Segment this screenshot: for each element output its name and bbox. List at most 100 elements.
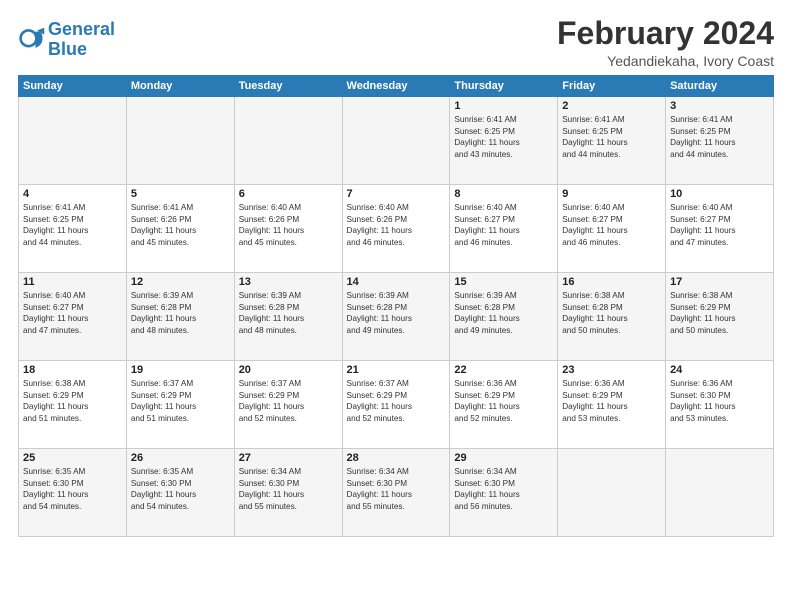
day-info: Sunrise: 6:34 AM Sunset: 6:30 PM Dayligh… — [347, 466, 446, 512]
day-number: 20 — [239, 364, 338, 376]
calendar-cell: 22Sunrise: 6:36 AM Sunset: 6:29 PM Dayli… — [450, 361, 558, 449]
calendar-cell: 24 Sunrise: 6:36 AM Sunset: 6:30 PM Dayli… — [666, 361, 774, 449]
day-info: Sunrise: 6:36 AM Sunset: 6:29 PM Dayligh… — [454, 378, 553, 424]
calendar-cell: 7 Sunrise: 6:40 AM Sunset: 6:26 PM Daylig… — [342, 185, 450, 273]
day-number: 8 — [454, 188, 553, 200]
day-number: 12 — [131, 276, 230, 288]
header-cell-monday: Monday — [126, 76, 234, 97]
header-cell-sunday: Sunday — [19, 76, 127, 97]
day-info: Sunrise: 6:40 AM Sunset: 6:27 PM Dayligh… — [562, 202, 661, 248]
day-number: 25 — [23, 452, 122, 464]
calendar-cell — [19, 97, 127, 185]
calendar-cell: 29 Sunrise: 6:34 AM Sunset: 6:30 PM Dayli… — [450, 449, 558, 537]
month-year: February 2024 — [557, 16, 774, 51]
week-row-2: 4 Sunrise: 6:41 AM Sunset: 6:25 PM Daylig… — [19, 185, 774, 273]
day-info: Sunrise: 6:41 AM Sunset: 6:25 PM Dayligh… — [562, 114, 661, 160]
day-info: Sunrise: 6:36 AM Sunset: 6:29 PM Dayligh… — [562, 378, 661, 424]
calendar-header: SundayMondayTuesdayWednesdayThursdayFrid… — [19, 76, 774, 97]
header-cell-tuesday: Tuesday — [234, 76, 342, 97]
day-info: Sunrise: 6:39 AM Sunset: 6:28 PM Dayligh… — [454, 290, 553, 336]
day-info: Sunrise: 6:36 AM Sunset: 6:30 PM Dayligh… — [670, 378, 769, 424]
day-info: Sunrise: 6:40 AM Sunset: 6:26 PM Dayligh… — [239, 202, 338, 248]
day-info: Sunrise: 6:41 AM Sunset: 6:25 PM Dayligh… — [454, 114, 553, 160]
header-row: SundayMondayTuesdayWednesdayThursdayFrid… — [19, 76, 774, 97]
calendar-cell: 19 Sunrise: 6:37 AM Sunset: 6:29 PM Dayli… — [126, 361, 234, 449]
calendar-cell: 2 Sunrise: 6:41 AM Sunset: 6:25 PM Daylig… — [558, 97, 666, 185]
calendar-cell — [666, 449, 774, 537]
day-info: Sunrise: 6:40 AM Sunset: 6:26 PM Dayligh… — [347, 202, 446, 248]
day-info: Sunrise: 6:38 AM Sunset: 6:29 PM Dayligh… — [23, 378, 122, 424]
day-info: Sunrise: 6:38 AM Sunset: 6:29 PM Dayligh… — [670, 290, 769, 336]
calendar-cell — [342, 97, 450, 185]
day-number: 14 — [347, 276, 446, 288]
day-number: 15 — [454, 276, 553, 288]
calendar-cell: 6 Sunrise: 6:40 AM Sunset: 6:26 PM Daylig… — [234, 185, 342, 273]
day-info: Sunrise: 6:41 AM Sunset: 6:26 PM Dayligh… — [131, 202, 230, 248]
day-info: Sunrise: 6:41 AM Sunset: 6:25 PM Dayligh… — [670, 114, 769, 160]
header-cell-friday: Friday — [558, 76, 666, 97]
calendar-cell: 13 Sunrise: 6:39 AM Sunset: 6:28 PM Dayli… — [234, 273, 342, 361]
day-info: Sunrise: 6:39 AM Sunset: 6:28 PM Dayligh… — [131, 290, 230, 336]
day-number: 2 — [562, 100, 661, 112]
day-number: 23 — [562, 364, 661, 376]
day-info: Sunrise: 6:37 AM Sunset: 6:29 PM Dayligh… — [347, 378, 446, 424]
day-number: 6 — [239, 188, 338, 200]
calendar-cell: 10 Sunrise: 6:40 AM Sunset: 6:27 PM Dayli… — [666, 185, 774, 273]
day-number: 5 — [131, 188, 230, 200]
day-number: 7 — [347, 188, 446, 200]
calendar-cell: 26Sunrise: 6:35 AM Sunset: 6:30 PM Dayli… — [126, 449, 234, 537]
calendar-cell: 11 Sunrise: 6:40 AM Sunset: 6:27 PM Dayli… — [19, 273, 127, 361]
day-number: 26 — [131, 452, 230, 464]
logo: General Blue — [18, 20, 115, 60]
day-number: 29 — [454, 452, 553, 464]
calendar-cell: 18 Sunrise: 6:38 AM Sunset: 6:29 PM Dayli… — [19, 361, 127, 449]
day-number: 24 — [670, 364, 769, 376]
calendar-cell: 5 Sunrise: 6:41 AM Sunset: 6:26 PM Daylig… — [126, 185, 234, 273]
day-number: 11 — [23, 276, 122, 288]
week-row-1: 1 Sunrise: 6:41 AM Sunset: 6:25 PM Daylig… — [19, 97, 774, 185]
calendar-table: SundayMondayTuesdayWednesdayThursdayFrid… — [18, 75, 774, 537]
day-number: 19 — [131, 364, 230, 376]
day-number: 13 — [239, 276, 338, 288]
calendar-body: 1 Sunrise: 6:41 AM Sunset: 6:25 PM Daylig… — [19, 97, 774, 537]
day-number: 27 — [239, 452, 338, 464]
header-cell-wednesday: Wednesday — [342, 76, 450, 97]
day-info: Sunrise: 6:40 AM Sunset: 6:27 PM Dayligh… — [670, 202, 769, 248]
calendar-cell — [126, 97, 234, 185]
day-info: Sunrise: 6:40 AM Sunset: 6:27 PM Dayligh… — [23, 290, 122, 336]
day-number: 1 — [454, 100, 553, 112]
day-number: 10 — [670, 188, 769, 200]
header-cell-thursday: Thursday — [450, 76, 558, 97]
day-number: 16 — [562, 276, 661, 288]
calendar-cell — [558, 449, 666, 537]
calendar-cell: 4 Sunrise: 6:41 AM Sunset: 6:25 PM Daylig… — [19, 185, 127, 273]
day-number: 3 — [670, 100, 769, 112]
day-info: Sunrise: 6:39 AM Sunset: 6:28 PM Dayligh… — [239, 290, 338, 336]
page: General Blue February 2024 Yedandiekaha,… — [0, 0, 792, 612]
day-info: Sunrise: 6:41 AM Sunset: 6:25 PM Dayligh… — [23, 202, 122, 248]
location: Yedandiekaha, Ivory Coast — [557, 53, 774, 69]
calendar-cell: 15 Sunrise: 6:39 AM Sunset: 6:28 PM Dayli… — [450, 273, 558, 361]
calendar-cell: 25Sunrise: 6:35 AM Sunset: 6:30 PM Dayli… — [19, 449, 127, 537]
calendar-cell: 12 Sunrise: 6:39 AM Sunset: 6:28 PM Dayli… — [126, 273, 234, 361]
day-number: 9 — [562, 188, 661, 200]
day-number: 18 — [23, 364, 122, 376]
calendar-cell: 28Sunrise: 6:34 AM Sunset: 6:30 PM Dayli… — [342, 449, 450, 537]
day-number: 21 — [347, 364, 446, 376]
calendar-cell: 27 Sunrise: 6:34 AM Sunset: 6:30 PM Dayli… — [234, 449, 342, 537]
calendar-cell: 23 Sunrise: 6:36 AM Sunset: 6:29 PM Dayli… — [558, 361, 666, 449]
week-row-3: 11 Sunrise: 6:40 AM Sunset: 6:27 PM Dayli… — [19, 273, 774, 361]
calendar-cell: 14Sunrise: 6:39 AM Sunset: 6:28 PM Dayli… — [342, 273, 450, 361]
day-info: Sunrise: 6:37 AM Sunset: 6:29 PM Dayligh… — [131, 378, 230, 424]
calendar-cell: 9 Sunrise: 6:40 AM Sunset: 6:27 PM Daylig… — [558, 185, 666, 273]
calendar-cell — [234, 97, 342, 185]
week-row-5: 25Sunrise: 6:35 AM Sunset: 6:30 PM Dayli… — [19, 449, 774, 537]
day-number: 4 — [23, 188, 122, 200]
day-info: Sunrise: 6:34 AM Sunset: 6:30 PM Dayligh… — [239, 466, 338, 512]
calendar-cell: 1 Sunrise: 6:41 AM Sunset: 6:25 PM Daylig… — [450, 97, 558, 185]
calendar-cell: 21 Sunrise: 6:37 AM Sunset: 6:29 PM Dayli… — [342, 361, 450, 449]
title-block: February 2024 Yedandiekaha, Ivory Coast — [557, 16, 774, 69]
day-info: Sunrise: 6:34 AM Sunset: 6:30 PM Dayligh… — [454, 466, 553, 512]
calendar-cell: 8Sunrise: 6:40 AM Sunset: 6:27 PM Daylig… — [450, 185, 558, 273]
day-info: Sunrise: 6:38 AM Sunset: 6:28 PM Dayligh… — [562, 290, 661, 336]
